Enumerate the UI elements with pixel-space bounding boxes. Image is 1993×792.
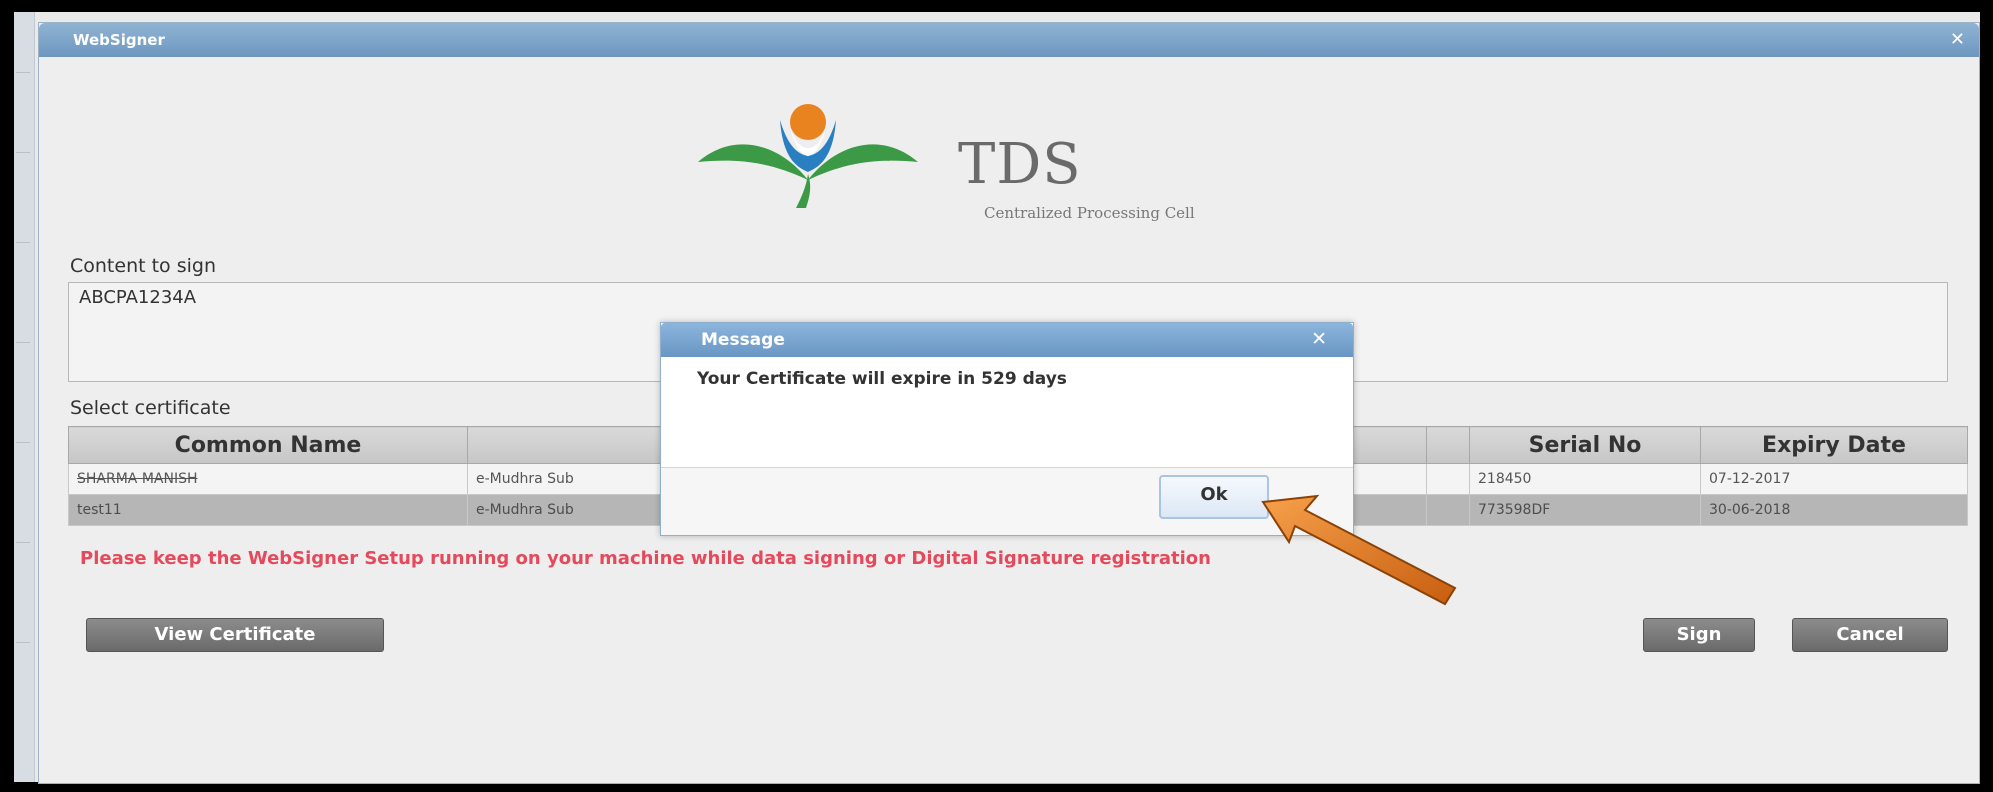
cancel-button[interactable]: Cancel bbox=[1792, 618, 1948, 652]
column-header-spacer bbox=[1426, 426, 1470, 464]
column-header-common-name[interactable]: Common Name bbox=[68, 426, 468, 464]
cell-common-name: SHARMA MANISH bbox=[68, 463, 468, 495]
logo-subtitle: Centralized Processing Cell bbox=[984, 204, 1195, 222]
tds-emblem-icon bbox=[698, 104, 918, 208]
message-dialog: Message ✕ Your Certificate will expire i… bbox=[660, 322, 1354, 536]
background-page-strip bbox=[14, 12, 35, 782]
close-icon[interactable]: ✕ bbox=[1950, 29, 1965, 50]
tds-logo: TDS Centralized Processing Cell bbox=[688, 92, 1288, 242]
dialog-titlebar[interactable]: WebSigner ✕ bbox=[39, 23, 1979, 57]
pointer-arrow-icon bbox=[1261, 494, 1457, 606]
message-text: Your Certificate will expire in 529 days bbox=[697, 369, 1067, 389]
message-title: Message bbox=[701, 330, 785, 350]
sign-button[interactable]: Sign bbox=[1643, 618, 1755, 652]
cell-expiry-date: 30-06-2018 bbox=[1700, 494, 1968, 526]
cell-expiry-date: 07-12-2017 bbox=[1700, 463, 1968, 495]
logo-brand-text: TDS bbox=[958, 132, 1082, 197]
view-certificate-button[interactable]: View Certificate bbox=[86, 618, 384, 652]
message-titlebar[interactable]: Message ✕ bbox=[661, 323, 1353, 357]
content-to-sign-label: Content to sign bbox=[70, 255, 216, 277]
setup-warning-text: Please keep the WebSigner Setup running … bbox=[80, 548, 1211, 569]
cell-common-name: test11 bbox=[68, 494, 468, 526]
cell-serial-no: 218450 bbox=[1469, 463, 1701, 495]
column-header-serial-no[interactable]: Serial No bbox=[1469, 426, 1701, 464]
select-certificate-label: Select certificate bbox=[70, 397, 231, 419]
message-close-icon[interactable]: ✕ bbox=[1311, 328, 1327, 350]
cell-serial-no: 773598DF bbox=[1469, 494, 1701, 526]
dialog-title: WebSigner bbox=[73, 31, 165, 49]
ok-button[interactable]: Ok bbox=[1159, 475, 1269, 519]
column-header-expiry-date[interactable]: Expiry Date bbox=[1700, 426, 1968, 464]
